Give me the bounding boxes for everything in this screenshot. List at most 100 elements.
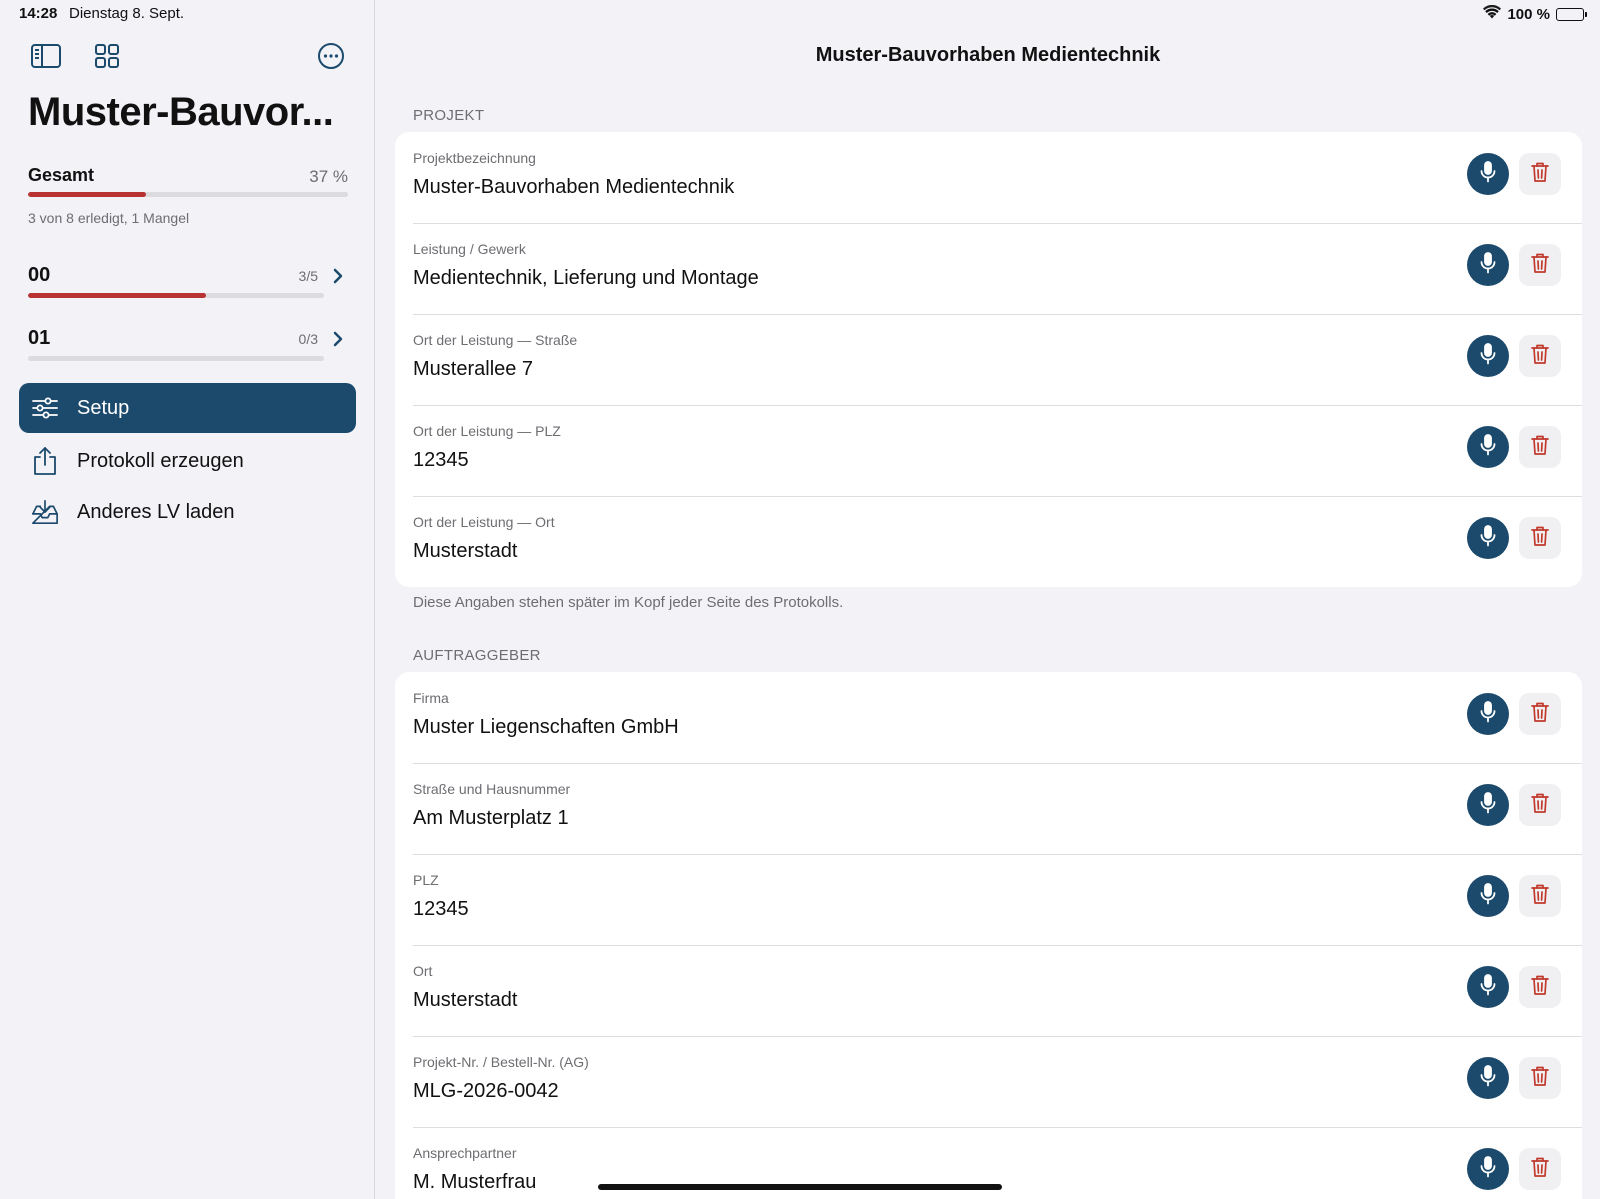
microphone-icon (1479, 791, 1497, 819)
dictate-button[interactable] (1467, 426, 1509, 468)
field-label: Firma (413, 690, 449, 706)
delete-button[interactable] (1519, 1148, 1561, 1190)
dictate-button[interactable] (1467, 693, 1509, 735)
delete-button[interactable] (1519, 693, 1561, 735)
microphone-icon (1479, 160, 1497, 188)
microphone-icon (1479, 1064, 1497, 1092)
section-count: 0/3 (298, 331, 318, 347)
dictate-button[interactable] (1467, 244, 1509, 286)
nav-protokoll-erzeugen[interactable]: Protokoll erzeugen (19, 436, 356, 486)
chevron-right-icon (332, 266, 344, 291)
trash-icon (1531, 701, 1549, 728)
dictate-button[interactable] (1467, 1148, 1509, 1190)
grid-view-button[interactable] (89, 40, 125, 76)
form-field[interactable]: Projektbezeichnung Muster-Bauvorhaben Med… (395, 132, 1582, 223)
delete-button[interactable] (1519, 426, 1561, 468)
dictate-button[interactable] (1467, 784, 1509, 826)
field-label: Ort (413, 963, 433, 979)
section-header-projekt: PROJEKT (413, 107, 485, 124)
nav-setup[interactable]: Setup (19, 383, 356, 433)
sidebar-icon (31, 43, 61, 73)
sidebar-toggle-button[interactable] (28, 40, 64, 76)
field-value[interactable]: Muster-Bauvorhaben Medientechnik (413, 176, 734, 199)
delete-button[interactable] (1519, 517, 1561, 559)
field-label: Ort der Leistung — Ort (413, 514, 555, 530)
nav-label: Setup (77, 396, 130, 419)
overall-progress: Gesamt 37 % (28, 165, 348, 197)
dictate-button[interactable] (1467, 966, 1509, 1008)
overall-percent: 37 % (309, 167, 348, 186)
trash-icon (1531, 161, 1549, 188)
overall-progress-fill (28, 192, 147, 197)
overall-note: 3 von 8 erledigt, 1 Mangel (28, 210, 190, 226)
form-field[interactable]: Ort der Leistung — Straße Musterallee 7 (395, 314, 1582, 405)
field-value[interactable]: Musterallee 7 (413, 358, 533, 381)
dictate-button[interactable] (1467, 1057, 1509, 1099)
ellipsis-circle-icon (317, 42, 345, 75)
field-label: Projekt-Nr. / Bestell-Nr. (AG) (413, 1054, 589, 1070)
delete-button[interactable] (1519, 875, 1561, 917)
share-icon (31, 447, 59, 475)
form-field[interactable]: Straße und Hausnummer Am Musterplatz 1 (395, 763, 1582, 854)
sliders-icon (31, 394, 59, 422)
section-progress-bar (28, 356, 324, 361)
dictate-button[interactable] (1467, 153, 1509, 195)
form-field[interactable]: Ort Musterstadt (395, 945, 1582, 1036)
form-field[interactable]: Leistung / Gewerk Medientechnik, Lieferun… (395, 223, 1582, 314)
field-value[interactable]: MLG-2026-0042 (413, 1080, 559, 1103)
delete-button[interactable] (1519, 153, 1561, 195)
form-field[interactable]: Ort der Leistung — PLZ 12345 (395, 405, 1582, 496)
delete-button[interactable] (1519, 244, 1561, 286)
dictate-button[interactable] (1467, 517, 1509, 559)
section-header-auftraggeber: AUFTRAGGEBER (413, 647, 541, 664)
form-field[interactable]: PLZ 12345 (395, 854, 1582, 945)
field-label: Projektbezeichnung (413, 150, 536, 166)
sidebar-title: Muster-Bauvor... (28, 90, 334, 134)
form-field[interactable]: Firma Muster Liegenschaften GmbH (395, 672, 1582, 763)
field-value[interactable]: Musterstadt (413, 540, 517, 563)
form-field[interactable]: Ort der Leistung — Ort Musterstadt (395, 496, 1582, 587)
field-label: Straße und Hausnummer (413, 781, 571, 797)
status-time: 14:28 (19, 5, 58, 22)
field-value[interactable]: Musterstadt (413, 989, 517, 1012)
field-label: Ort der Leistung — Straße (413, 332, 578, 348)
trash-icon (1531, 343, 1549, 370)
delete-button[interactable] (1519, 1057, 1561, 1099)
delete-button[interactable] (1519, 784, 1561, 826)
field-value[interactable]: Muster Liegenschaften GmbH (413, 716, 679, 739)
status-bar: 14:28 Dienstag 8. Sept. 100 % (0, 0, 1600, 28)
trash-icon (1531, 434, 1549, 461)
trash-icon (1531, 883, 1549, 910)
section-progress-fill (28, 293, 206, 298)
form-field[interactable]: Projekt-Nr. / Bestell-Nr. (AG) MLG-2026-0… (395, 1036, 1582, 1127)
overall-label: Gesamt (28, 165, 95, 185)
trash-icon (1531, 792, 1549, 819)
field-value[interactable]: 12345 (413, 898, 469, 921)
microphone-icon (1479, 433, 1497, 461)
field-label: Leistung / Gewerk (413, 241, 526, 257)
nav-label: Protokoll erzeugen (77, 449, 244, 472)
delete-button[interactable] (1519, 966, 1561, 1008)
sidebar-section-01[interactable]: 01 0/3 (28, 327, 350, 367)
delete-button[interactable] (1519, 335, 1561, 377)
nav-label: Anderes LV laden (77, 500, 235, 523)
battery-percent: 100 % (1507, 5, 1550, 23)
card-projekt: Projektbezeichnung Muster-Bauvorhaben Med… (395, 132, 1582, 587)
field-value[interactable]: M. Musterfrau (413, 1171, 536, 1194)
dictate-button[interactable] (1467, 335, 1509, 377)
trash-icon (1531, 1065, 1549, 1092)
field-label: Ort der Leistung — PLZ (413, 423, 561, 439)
nav-anderes-lv-laden[interactable]: Anderes LV laden (19, 487, 356, 537)
dictate-button[interactable] (1467, 875, 1509, 917)
field-value[interactable]: 12345 (413, 449, 469, 472)
field-label: Ansprechpartner (413, 1145, 517, 1161)
sidebar-section-00[interactable]: 00 3/5 (28, 264, 350, 304)
trash-icon (1531, 525, 1549, 552)
field-value[interactable]: Medientechnik, Lieferung und Montage (413, 267, 759, 290)
status-date: Dienstag 8. Sept. (69, 5, 185, 22)
field-value[interactable]: Am Musterplatz 1 (413, 807, 569, 830)
more-options-button[interactable] (313, 40, 349, 76)
sidebar: Muster-Bauvor... Gesamt 37 % 3 von 8 erl… (0, 0, 375, 1199)
card-auftraggeber: Firma Muster Liegenschaften GmbH Straße un… (395, 672, 1582, 1199)
battery-icon (1556, 7, 1587, 21)
